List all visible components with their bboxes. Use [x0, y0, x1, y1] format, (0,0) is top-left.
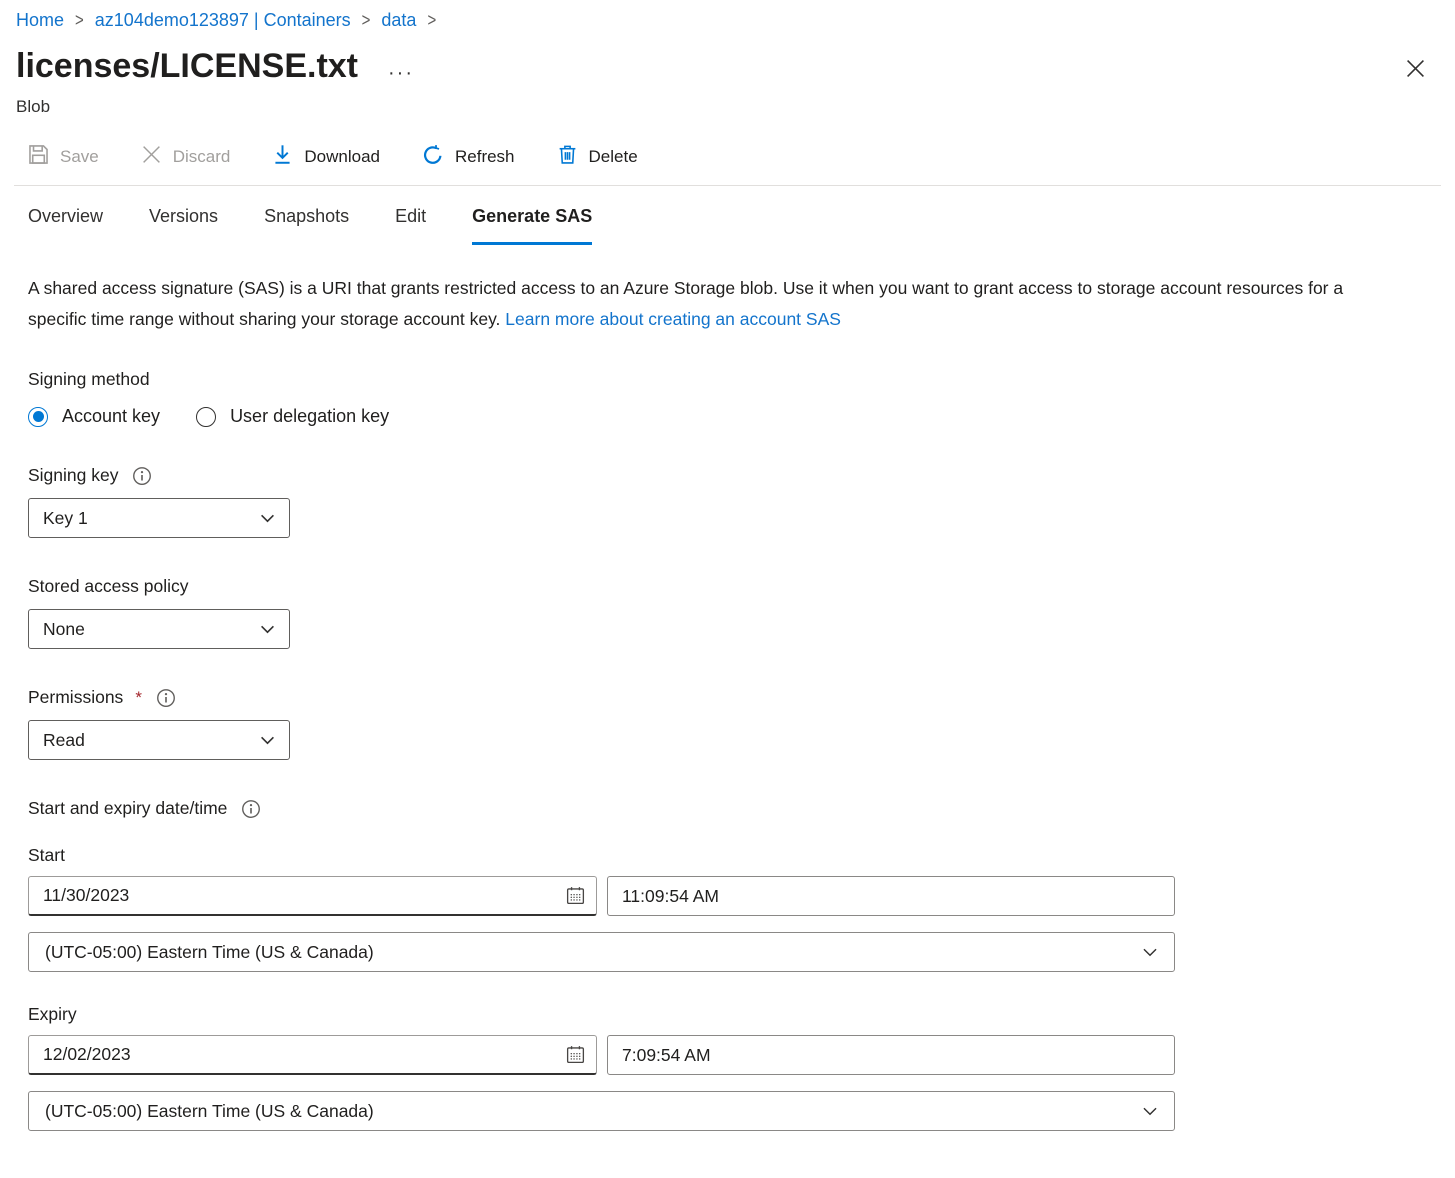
expiry-time-field: [607, 1035, 1175, 1075]
stored-access-policy-label: Stored access policy: [28, 576, 189, 597]
chevron-right-icon: >: [75, 10, 84, 31]
chevron-down-icon: [1142, 1101, 1158, 1122]
start-timezone-dropdown[interactable]: (UTC-05:00) Eastern Time (US & Canada): [28, 932, 1175, 972]
download-button[interactable]: Download: [272, 144, 380, 170]
info-icon[interactable]: [241, 799, 261, 819]
expiry-timezone-dropdown[interactable]: (UTC-05:00) Eastern Time (US & Canada): [28, 1091, 1175, 1131]
radio-account-key-label: Account key: [62, 406, 160, 427]
expiry-date-input[interactable]: [29, 1044, 561, 1065]
info-icon[interactable]: [156, 688, 176, 708]
stored-access-policy-value: None: [43, 619, 85, 640]
tab-snapshots[interactable]: Snapshots: [264, 206, 349, 245]
delete-label: Delete: [589, 147, 638, 167]
signing-key-dropdown[interactable]: Key 1: [28, 498, 290, 538]
expiry-time-input[interactable]: [608, 1045, 1174, 1066]
required-asterisk: *: [135, 688, 142, 708]
generate-sas-form: Signing method Account key User delegati…: [0, 369, 1455, 1131]
start-label: Start: [28, 845, 1455, 866]
download-label: Download: [304, 147, 380, 167]
start-timezone-value: (UTC-05:00) Eastern Time (US & Canada): [45, 942, 374, 963]
radio-account-key[interactable]: Account key: [28, 406, 160, 427]
save-icon: [28, 144, 49, 170]
tab-overview[interactable]: Overview: [28, 206, 103, 245]
start-date-field: [28, 876, 597, 916]
expiry-label: Expiry: [28, 1004, 1455, 1025]
breadcrumb: Home > az104demo123897 | Containers > da…: [0, 0, 1455, 31]
signing-method-label: Signing method: [28, 369, 1455, 390]
breadcrumb-link-home[interactable]: Home: [16, 10, 64, 31]
chevron-down-icon: [1142, 942, 1158, 963]
calendar-icon[interactable]: [561, 1044, 596, 1065]
discard-button[interactable]: Discard: [141, 144, 231, 170]
delete-button[interactable]: Delete: [557, 144, 638, 170]
expiry-timezone-value: (UTC-05:00) Eastern Time (US & Canada): [45, 1101, 374, 1122]
command-bar: Save Discard Download Refresh: [0, 117, 1455, 169]
save-label: Save: [60, 147, 99, 167]
start-date-input[interactable]: [29, 885, 561, 906]
chevron-right-icon: >: [427, 10, 436, 31]
signing-method-radio-group: Account key User delegation key: [28, 406, 1455, 427]
radio-user-delegation-key[interactable]: User delegation key: [196, 406, 389, 427]
start-expiry-section-label: Start and expiry date/time: [28, 798, 227, 819]
tab-versions[interactable]: Versions: [149, 206, 218, 245]
tab-edit[interactable]: Edit: [395, 206, 426, 245]
page-subtitle: Blob: [0, 89, 1455, 117]
breadcrumb-link-container[interactable]: data: [381, 10, 416, 31]
permissions-dropdown[interactable]: Read: [28, 720, 290, 760]
more-commands-icon[interactable]: ···: [388, 63, 414, 83]
chevron-down-icon: [260, 619, 275, 640]
sas-description: A shared access signature (SAS) is a URI…: [0, 245, 1420, 335]
calendar-icon[interactable]: [561, 885, 596, 906]
expiry-date-field: [28, 1035, 597, 1075]
radio-selected-icon: [28, 407, 48, 427]
start-time-field: [607, 876, 1175, 916]
save-button[interactable]: Save: [28, 144, 99, 170]
start-time-input[interactable]: [608, 886, 1174, 907]
permissions-value: Read: [43, 730, 85, 751]
learn-more-link[interactable]: Learn more about creating an account SAS: [505, 309, 841, 329]
radio-user-delegation-key-label: User delegation key: [230, 406, 389, 427]
discard-label: Discard: [173, 147, 231, 167]
radio-unselected-icon: [196, 407, 216, 427]
refresh-label: Refresh: [455, 147, 515, 167]
breadcrumb-link-storage-account[interactable]: az104demo123897 | Containers: [95, 10, 351, 31]
chevron-down-icon: [260, 730, 275, 751]
stored-access-policy-dropdown[interactable]: None: [28, 609, 290, 649]
signing-key-label: Signing key: [28, 465, 118, 486]
download-icon: [272, 144, 293, 170]
delete-icon: [557, 144, 578, 170]
tab-bar: Overview Versions Snapshots Edit Generat…: [0, 186, 1455, 245]
signing-key-value: Key 1: [43, 508, 88, 529]
refresh-icon: [422, 144, 444, 171]
chevron-right-icon: >: [362, 10, 371, 31]
discard-icon: [141, 144, 162, 170]
close-icon[interactable]: [1400, 53, 1431, 89]
page-header: licenses/LICENSE.txt ···: [0, 31, 1455, 89]
info-icon[interactable]: [132, 466, 152, 486]
tab-generate-sas[interactable]: Generate SAS: [472, 206, 592, 245]
refresh-button[interactable]: Refresh: [422, 144, 515, 171]
page-title: licenses/LICENSE.txt: [16, 47, 358, 86]
permissions-label: Permissions: [28, 687, 123, 708]
chevron-down-icon: [260, 508, 275, 529]
